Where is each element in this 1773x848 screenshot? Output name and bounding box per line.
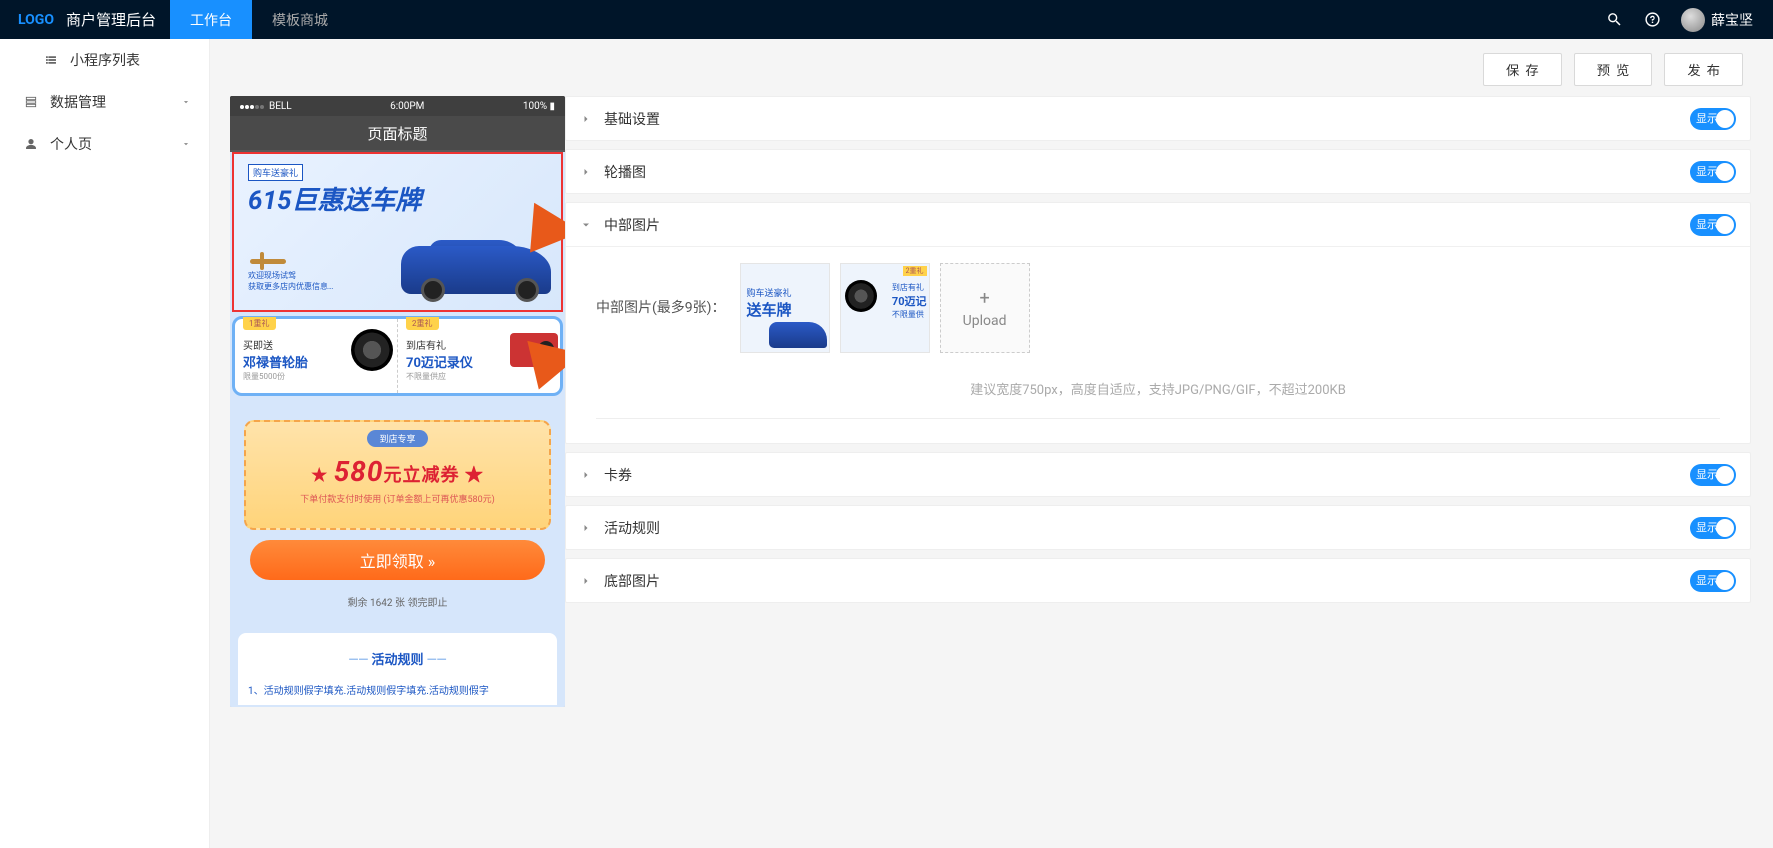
search-icon[interactable]	[1603, 9, 1625, 31]
divider	[596, 418, 1720, 419]
phone-page-title: 页面标题	[230, 116, 565, 150]
car-illustration	[385, 222, 555, 302]
upload-button[interactable]: + Upload	[940, 263, 1030, 353]
toggle-card[interactable]: 显示	[1690, 464, 1736, 486]
list-icon	[44, 53, 60, 67]
toggle-base[interactable]: 显示	[1690, 108, 1736, 130]
recorder-icon	[510, 333, 558, 367]
acc-head-middle-img[interactable]: 中部图片 显示	[566, 203, 1750, 246]
toggle-middle-img[interactable]: 显示	[1690, 214, 1736, 236]
banner-sub: 欢迎现场试驾 获取更多店内优惠信息…	[248, 270, 333, 292]
username[interactable]: 薛宝坚	[1711, 10, 1773, 30]
acc-head-base[interactable]: 基础设置 显示	[566, 97, 1750, 140]
settings-column: 基础设置 显示 轮播图 显示 中部图片 显示	[565, 96, 1773, 611]
acc-head-card[interactable]: 卡券 显示	[566, 453, 1750, 496]
chevron-down-icon	[181, 139, 191, 149]
preview-rules: 活动规则 1、活动规则假字填充.活动规则假字填充.活动规则假字	[238, 633, 557, 705]
thumb-1[interactable]: 购车送豪礼送车牌	[740, 263, 830, 353]
chevron-right-icon	[580, 166, 594, 178]
chevron-right-icon	[580, 113, 594, 125]
phone-preview: BELL 6:00PM 100% ▮ 页面标题 购车送豪礼 615巨惠送车牌 欢…	[210, 96, 565, 707]
plus-icon: +	[979, 288, 989, 309]
plane-illustration	[250, 252, 290, 270]
upload-tip: 建议宽度750px，高度自适应，支持JPG/PNG/GIF，不超过200KB	[596, 379, 1720, 398]
thumb-2[interactable]: 2重礼 到店有礼70迈记不限量供	[840, 263, 930, 353]
acc-carousel: 轮播图 显示	[565, 149, 1751, 194]
coupon-remain: 剩余 1642 张 领完即止	[230, 590, 565, 623]
acc-head-rules[interactable]: 活动规则 显示	[566, 506, 1750, 549]
toggle-carousel[interactable]: 显示	[1690, 161, 1736, 183]
chevron-down-icon	[580, 219, 594, 231]
sidebar: 小程序列表 数据管理 个人页	[0, 39, 210, 848]
preview-coupon: 到店专享 ★ 580元立减券 ★ 下单付款支付时使用 (订单金额上可再优惠580…	[244, 420, 551, 530]
middle-img-label: 中部图片(最多9张)：	[596, 263, 726, 317]
phone-statusbar: BELL 6:00PM 100% ▮	[230, 96, 565, 116]
nav-templates[interactable]: 模板商城	[252, 0, 348, 39]
acc-head-carousel[interactable]: 轮播图 显示	[566, 150, 1750, 193]
action-row: 保存 预览 发布	[210, 39, 1773, 96]
sidebar-label: 小程序列表	[70, 50, 140, 70]
toggle-bottom-img[interactable]: 显示	[1690, 570, 1736, 592]
chevron-right-icon	[580, 469, 594, 481]
banner-tag: 购车送豪礼	[248, 164, 303, 181]
acc-middle-img: 中部图片 显示 中部图片(最多9张)： 购车送豪礼送车牌	[565, 202, 1751, 444]
toggle-rules[interactable]: 显示	[1690, 517, 1736, 539]
acc-head-bottom-img[interactable]: 底部图片 显示	[566, 559, 1750, 602]
help-icon[interactable]	[1641, 9, 1663, 31]
get-coupon-button[interactable]: 立即领取 »	[250, 540, 545, 580]
acc-card: 卡券 显示	[565, 452, 1751, 497]
banner-title: 615巨惠送车牌	[248, 180, 421, 217]
publish-button[interactable]: 发布	[1664, 53, 1743, 86]
acc-bottom-img: 底部图片 显示	[565, 558, 1751, 603]
preview-button[interactable]: 预览	[1574, 53, 1653, 86]
sidebar-item-data-mgmt[interactable]: 数据管理	[0, 81, 209, 123]
topbar: LOGO 商户管理后台 工作台 模板商城 薛宝坚	[0, 0, 1773, 39]
avatar[interactable]	[1681, 8, 1705, 32]
sidebar-label: 个人页	[50, 134, 92, 154]
nav-workbench[interactable]: 工作台	[170, 0, 252, 39]
tire-icon	[351, 329, 393, 371]
data-icon	[24, 95, 40, 109]
sidebar-item-miniprogram-list[interactable]: 小程序列表	[0, 39, 209, 81]
chevron-right-icon	[580, 522, 594, 534]
brand-title: 商户管理后台	[66, 9, 170, 30]
acc-base: 基础设置 显示	[565, 96, 1751, 141]
logo: LOGO	[0, 12, 66, 28]
chevron-right-icon	[580, 575, 594, 587]
preview-gifts[interactable]: 1重礼 买即送 邓禄普轮胎 限量5000份 2重礼 到店有礼 70迈记录仪 不限…	[232, 316, 563, 396]
sidebar-item-profile[interactable]: 个人页	[0, 123, 209, 165]
chevron-down-icon	[181, 97, 191, 107]
save-button[interactable]: 保存	[1483, 53, 1562, 86]
acc-rules: 活动规则 显示	[565, 505, 1751, 550]
content: 保存 预览 发布 BELL 6:00PM 100% ▮ 页面标题 购车送豪礼	[210, 39, 1773, 848]
preview-banner[interactable]: 购车送豪礼 615巨惠送车牌 欢迎现场试驾 获取更多店内优惠信息…	[232, 152, 563, 312]
user-icon	[24, 137, 40, 151]
sidebar-label: 数据管理	[50, 92, 106, 112]
